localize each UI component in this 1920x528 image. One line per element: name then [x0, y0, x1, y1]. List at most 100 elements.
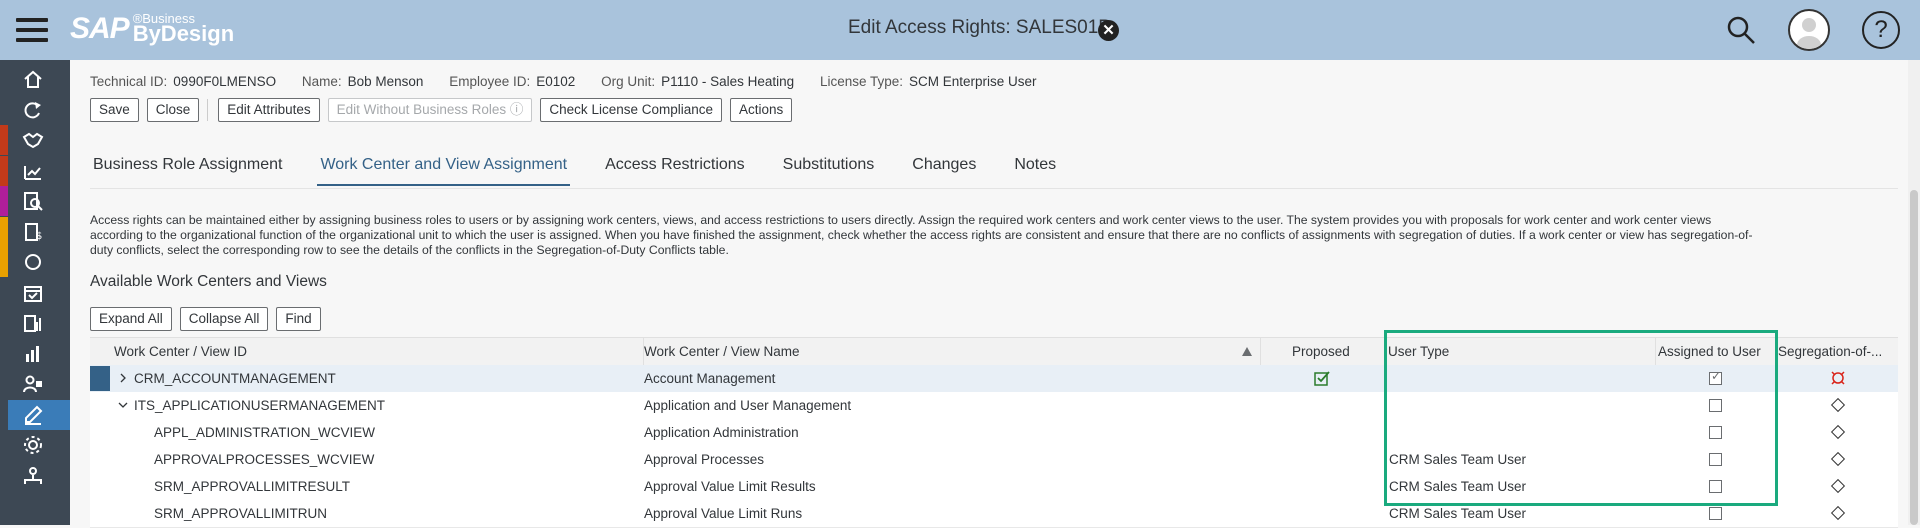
home-icon: [24, 70, 42, 88]
tab-changes[interactable]: Changes: [909, 156, 979, 186]
invoice-icon: $: [25, 222, 42, 242]
work-center-id-cell: SRM_APPROVALLIMITRUN: [154, 506, 328, 521]
nav-item-calendar[interactable]: [0, 277, 70, 308]
work-center-id-cell: APPL_ADMINISTRATION_WCVIEW: [154, 425, 376, 440]
tab-business-role-assignment[interactable]: Business Role Assignment: [90, 156, 285, 186]
segregation-ok-icon: [1830, 424, 1846, 440]
assigned-to-user-checkbox[interactable]: [1709, 453, 1722, 466]
scrollbar-thumb[interactable]: [1910, 190, 1918, 525]
header-proposed[interactable]: Proposed: [1292, 338, 1350, 365]
expand-all-button[interactable]: Expand All: [90, 307, 172, 331]
table-row[interactable]: APPROVALPROCESSES_WCVIEW Approval Process…: [90, 446, 1898, 474]
assigned-to-user-checkbox[interactable]: [1709, 507, 1722, 520]
close-button[interactable]: Close: [146, 98, 200, 122]
header-work-center-name[interactable]: Work Center / View Name: [644, 338, 800, 365]
sap-bydesign-logo: SAP ®Business ByDesign: [70, 12, 234, 46]
assigned-to-user-checkbox[interactable]: [1709, 399, 1722, 412]
assigned-to-user-checkbox[interactable]: [1709, 480, 1722, 493]
search-icon[interactable]: [1726, 15, 1756, 45]
nav-item-handshake[interactable]: [0, 125, 70, 155]
tab-substitutions[interactable]: Substitutions: [780, 156, 878, 186]
segregation-ok-icon: [1830, 451, 1846, 467]
table-row[interactable]: CRM_ACCOUNTMANAGEMENT Account Management: [90, 365, 1898, 393]
logo-sap-text: SAP: [70, 12, 130, 45]
table-row[interactable]: ITS_APPLICATIONUSERMANAGEMENT Application…: [90, 392, 1898, 420]
edit-without-business-roles-button[interactable]: Edit Without Business Roles ⓘ: [327, 98, 533, 122]
settings-icon: [24, 436, 42, 454]
nav-item-refresh[interactable]: [0, 94, 70, 125]
row-selector[interactable]: [90, 366, 110, 391]
toolbar-separator: [207, 99, 209, 121]
section-title: Available Work Centers and Views: [90, 273, 327, 290]
nav-color-stripe: [0, 460, 8, 491]
header-segregation-of-duties[interactable]: Segregation-of-...: [1778, 338, 1882, 365]
circle-icon: [25, 254, 41, 270]
nav-item-report[interactable]: [0, 308, 70, 338]
description-line: duty conflicts, select the corresponding…: [90, 243, 729, 257]
work-center-id-cell: ITS_APPLICATIONUSERMANAGEMENT: [134, 398, 386, 413]
nav-item-search-doc[interactable]: [0, 186, 70, 216]
nav-item-user-lock[interactable]: [0, 369, 70, 399]
org-icon: [24, 466, 42, 484]
bar-chart-icon: [26, 345, 39, 362]
description-line: according to the organizational function…: [90, 228, 1753, 242]
calendar-icon: [24, 285, 42, 302]
save-button[interactable]: Save: [90, 98, 139, 122]
nav-color-stripe: [0, 338, 8, 369]
proposed-check-icon: [1314, 371, 1330, 386]
sort-ascending-icon[interactable]: [1242, 347, 1252, 356]
user-type-cell: CRM Sales Team User: [1389, 479, 1527, 494]
chevron-right-icon[interactable]: [118, 373, 128, 383]
header-user-type[interactable]: User Type: [1388, 338, 1449, 365]
nav-item-chart-star[interactable]: [0, 155, 70, 186]
technical-id-value: 0990F0LMENSO: [173, 74, 277, 89]
nav-item-org[interactable]: [0, 460, 70, 491]
work-center-name-cell: Approval Value Limit Results: [644, 479, 816, 494]
user-avatar-icon[interactable]: [1788, 9, 1830, 51]
nav-item-bar-chart[interactable]: [0, 338, 70, 369]
tab-notes[interactable]: Notes: [1011, 156, 1059, 186]
work-center-name-cell: Account Management: [644, 371, 776, 386]
table-row[interactable]: SRM_APPROVALLIMITRESULT Approval Value Li…: [90, 473, 1898, 501]
license-type-label: License Type:: [819, 74, 904, 89]
work-center-name-cell: Approval Processes: [644, 452, 765, 467]
header-assigned-to-user[interactable]: Assigned to User: [1658, 338, 1761, 365]
segregation-ok-icon: [1830, 397, 1846, 413]
table-row[interactable]: APPL_ADMINISTRATION_WCVIEW Application Ad…: [90, 419, 1898, 447]
nav-item-edit[interactable]: [0, 399, 70, 430]
close-icon[interactable]: ✕: [1098, 20, 1119, 41]
nav-item-home[interactable]: [0, 64, 70, 94]
refresh-icon: [24, 101, 41, 118]
work-center-name-cell: Approval Value Limit Runs: [644, 506, 803, 521]
nav-item-circle[interactable]: [0, 247, 70, 277]
nav-color-stripe: [0, 247, 8, 277]
nav-color-stripe: [0, 155, 8, 186]
table-header: Work Center / View ID Work Center / View…: [90, 337, 1898, 366]
chart-star-icon: [24, 165, 41, 180]
assigned-to-user-checkbox[interactable]: [1709, 369, 1722, 385]
tab-work-center-view-assignment[interactable]: Work Center and View Assignment: [317, 156, 571, 186]
nav-color-stripe: [0, 94, 8, 125]
table-row[interactable]: SRM_APPROVALLIMITRUN Approval Value Limit…: [90, 500, 1898, 528]
org-unit-label: Org Unit:: [601, 74, 656, 89]
employee-id-label: Employee ID:: [449, 74, 531, 89]
search-doc-icon: [24, 192, 43, 211]
conflict-icon[interactable]: [1830, 370, 1846, 386]
nav-item-settings[interactable]: [0, 430, 70, 460]
menu-icon[interactable]: [16, 18, 48, 44]
edit-attributes-button[interactable]: Edit Attributes: [218, 98, 320, 122]
tab-bar: Business Role Assignment Work Center and…: [90, 156, 1091, 186]
actions-button[interactable]: Actions: [730, 98, 793, 122]
assigned-to-user-checkbox[interactable]: [1709, 426, 1722, 439]
nav-item-invoice[interactable]: $: [0, 216, 70, 247]
segregation-ok-icon: [1830, 478, 1846, 494]
nav-color-stripe: [0, 308, 8, 338]
header-work-center-id[interactable]: Work Center / View ID: [114, 338, 247, 365]
row-selection-background: [90, 365, 1898, 392]
tab-access-restrictions[interactable]: Access Restrictions: [602, 156, 748, 186]
chevron-down-icon[interactable]: [118, 400, 128, 410]
collapse-all-button[interactable]: Collapse All: [179, 307, 269, 331]
help-icon[interactable]: ?: [1862, 11, 1900, 49]
check-license-compliance-button[interactable]: Check License Compliance: [540, 98, 723, 122]
find-button[interactable]: Find: [276, 307, 321, 331]
